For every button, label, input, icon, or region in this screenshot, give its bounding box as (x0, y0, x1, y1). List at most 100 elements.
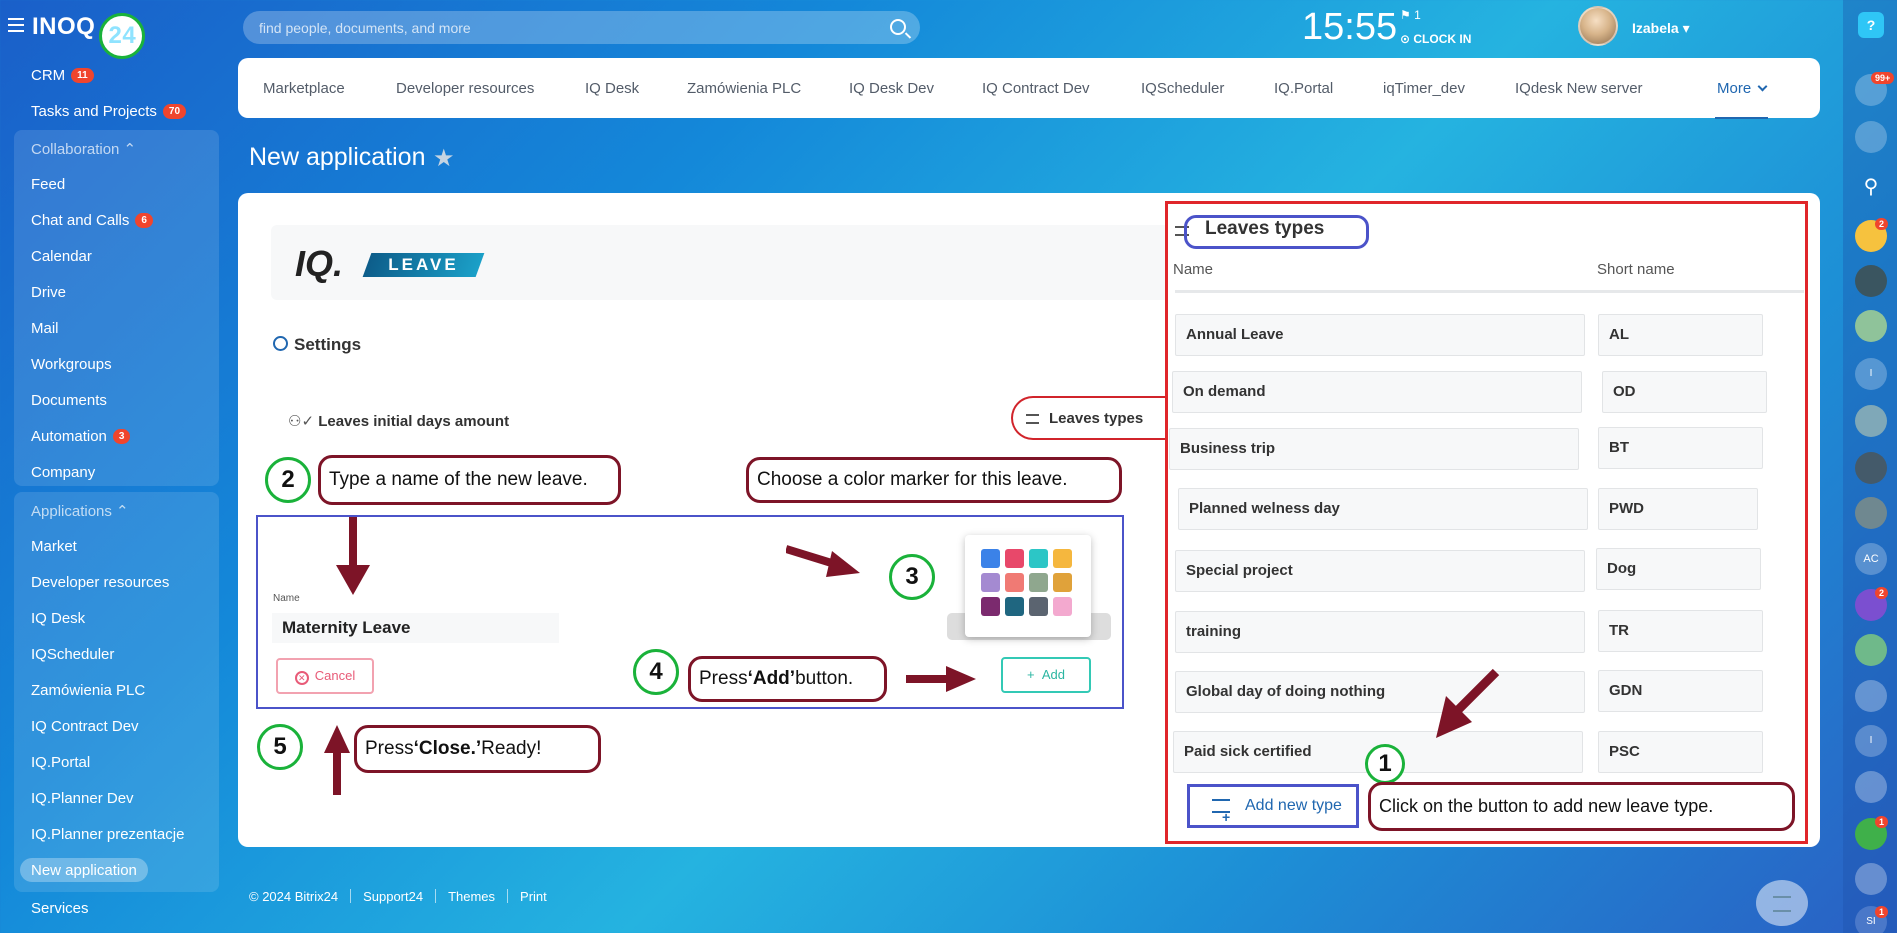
tab-zamowienia[interactable]: Zamówienia PLC (687, 80, 801, 97)
leave-short-field[interactable]: PWD (1598, 488, 1758, 530)
footer-print-link[interactable]: Print (520, 889, 547, 904)
sidebar-item-automation[interactable]: Automation 3 (31, 428, 131, 445)
callout-text: Press (699, 668, 748, 689)
sidebar-item-zamowienia[interactable]: Zamówienia PLC (31, 682, 145, 699)
color-swatch[interactable] (1005, 597, 1024, 616)
leave-short-field[interactable]: BT (1598, 427, 1763, 469)
sidebar-item-tasks[interactable]: Tasks and Projects 70 (31, 103, 187, 120)
color-swatch[interactable] (1053, 597, 1072, 616)
tab-leaves-initial-days[interactable]: ⚇✓ Leaves initial days amount (288, 412, 509, 430)
leave-short-field[interactable]: TR (1598, 610, 1763, 652)
sidebar-item-iq-portal[interactable]: IQ.Portal (31, 754, 90, 771)
tab-iqscheduler[interactable]: IQScheduler (1141, 80, 1224, 97)
contact-avatar[interactable] (1855, 452, 1887, 484)
search-input[interactable]: find people, documents, and more (243, 11, 920, 44)
contact-avatar[interactable] (1855, 310, 1887, 342)
color-swatch[interactable] (1053, 549, 1072, 568)
sidebar-item-services[interactable]: Services (31, 900, 89, 917)
leave-short-field[interactable]: OD (1602, 371, 1767, 413)
leave-short-field[interactable]: PSC (1598, 731, 1763, 773)
color-swatch[interactable] (1029, 549, 1048, 568)
user-avatar[interactable] (1578, 6, 1618, 46)
tab-marketplace[interactable]: Marketplace (263, 80, 345, 97)
color-swatch[interactable] (981, 573, 1000, 592)
sidebar-item-crm[interactable]: CRM 11 (31, 67, 94, 84)
sidebar-group-header-applications[interactable]: Applications ⌃ (31, 502, 129, 520)
portal-logo[interactable]: INOQ 24 (32, 13, 146, 59)
sidebar-item-mail[interactable]: Mail (31, 320, 59, 337)
contact-card-icon[interactable] (1855, 680, 1887, 712)
tab-iqtimer-dev[interactable]: iqTimer_dev (1383, 80, 1465, 97)
sidebar-item-new-application[interactable]: New application (31, 862, 137, 879)
tab-developer-resources[interactable]: Developer resources (396, 80, 534, 97)
sidebar-item-documents[interactable]: Documents (31, 392, 107, 409)
color-swatch[interactable] (981, 549, 1000, 568)
contact-avatar[interactable] (1855, 265, 1887, 297)
clock-in-button[interactable]: ⊙ CLOCK IN (1400, 32, 1471, 46)
sidebar-item-iq-contract[interactable]: IQ Contract Dev (31, 718, 139, 735)
tab-iq-desk[interactable]: IQ Desk (585, 80, 639, 97)
leave-name-field[interactable]: Business trip (1169, 428, 1579, 470)
star-icon[interactable]: ★ (433, 144, 455, 173)
callout-bold: ‘Add’ (747, 668, 796, 689)
search-icon[interactable]: ⚲ (1855, 171, 1887, 203)
sidebar-group-header-collaboration[interactable]: Collaboration ⌃ (31, 140, 136, 158)
user-menu[interactable]: Izabela ▾ (1632, 20, 1690, 37)
sidebar-item-iq-planner[interactable]: IQ.Planner Dev (31, 790, 134, 807)
leave-short-field[interactable]: AL (1598, 314, 1763, 356)
sidebar-item-chat[interactable]: Chat and Calls 6 (31, 212, 153, 229)
color-swatch[interactable] (1005, 573, 1024, 592)
name-field-label: Name (273, 593, 300, 604)
help-icon[interactable]: ? (1858, 12, 1884, 38)
sidebar-item-iq-planner-prezentacje[interactable]: IQ.Planner prezentacje (31, 826, 184, 843)
messages-icon[interactable] (1855, 121, 1887, 153)
footer-themes-link[interactable]: Themes (448, 889, 495, 904)
leave-short-field[interactable]: Dog (1596, 548, 1761, 590)
leave-name-field[interactable]: training (1175, 611, 1585, 653)
flag-counter[interactable]: ⚑ 1 (1400, 8, 1421, 22)
color-swatch[interactable] (981, 597, 1000, 616)
contact-avatar[interactable] (1855, 405, 1887, 437)
leave-name-field[interactable]: Global day of doing nothing (1175, 671, 1585, 713)
contact-card-icon[interactable] (1855, 863, 1887, 895)
leave-name-input[interactable]: Maternity Leave (272, 613, 559, 643)
contact-avatar[interactable] (1855, 497, 1887, 529)
sidebar-item-calendar[interactable]: Calendar (31, 248, 92, 265)
color-swatch[interactable] (1005, 549, 1024, 568)
sidebar-item-developer-resources[interactable]: Developer resources (31, 574, 169, 591)
tab-iq-contract-dev[interactable]: IQ Contract Dev (982, 80, 1090, 97)
footer-support-link[interactable]: Support24 (363, 889, 423, 904)
add-new-type-label: Add new type (1245, 797, 1342, 814)
leave-short-field[interactable]: GDN (1598, 670, 1763, 712)
chat-button[interactable] (1756, 880, 1808, 926)
contact-avatar-initials[interactable]: I (1855, 725, 1887, 757)
leave-name-field[interactable]: On demand (1172, 371, 1582, 413)
sidebar-item-feed[interactable]: Feed (31, 176, 65, 193)
menu-icon[interactable] (8, 18, 24, 32)
tab-iq-portal[interactable]: IQ.Portal (1274, 80, 1333, 97)
color-swatch[interactable] (1029, 573, 1048, 592)
sidebar-item-workgroups[interactable]: Workgroups (31, 356, 112, 373)
contact-card-icon[interactable] (1855, 771, 1887, 803)
sidebar-item-drive[interactable]: Drive (31, 284, 66, 301)
cancel-button[interactable]: ✕ Cancel (276, 658, 374, 694)
tab-iq-desk-dev[interactable]: IQ Desk Dev (849, 80, 934, 97)
contact-avatar-initials[interactable]: AC (1855, 543, 1887, 575)
leave-name-field[interactable]: Special project (1175, 550, 1585, 592)
sidebar-item-company[interactable]: Company (31, 464, 95, 481)
search-icon[interactable] (890, 19, 906, 35)
sidebar-item-iqscheduler[interactable]: IQScheduler (31, 646, 114, 663)
leave-name-field[interactable]: Annual Leave (1175, 314, 1585, 356)
color-swatch[interactable] (1053, 573, 1072, 592)
contact-avatar-initials[interactable]: I (1855, 358, 1887, 390)
color-swatch[interactable] (1029, 597, 1048, 616)
tab-more[interactable]: More (1714, 80, 1769, 119)
tab-iqdesk-new-server[interactable]: IQdesk New server (1515, 80, 1643, 97)
group-label: Applications (31, 503, 112, 520)
sidebar-item-market[interactable]: Market (31, 538, 77, 555)
add-new-type-button[interactable]: Add new type (1187, 784, 1359, 836)
sidebar-item-iq-desk[interactable]: IQ Desk (31, 610, 85, 627)
contact-avatar[interactable] (1855, 634, 1887, 666)
leave-name-field[interactable]: Planned welness day (1178, 488, 1588, 530)
add-button[interactable]: + Add (1001, 657, 1091, 693)
